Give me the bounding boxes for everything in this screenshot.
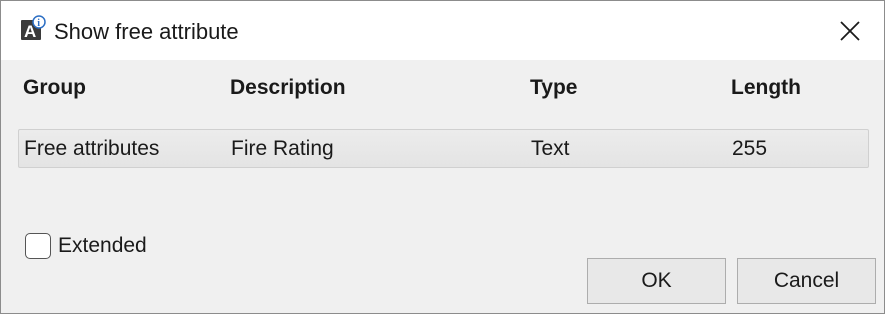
cell-length: 255: [732, 137, 768, 160]
cell-type: Text: [531, 137, 570, 160]
table-row[interactable]: Free attributes Fire Rating Text 255: [18, 129, 869, 168]
dialog-title: Show free attribute: [54, 19, 239, 44]
extended-checkbox[interactable]: [25, 233, 51, 259]
show-free-attribute-dialog: A i Show free attribute Group Descriptio…: [0, 0, 885, 314]
cell-description: Fire Rating: [231, 137, 334, 160]
ok-button[interactable]: OK: [587, 258, 726, 304]
column-header-description[interactable]: Description: [230, 74, 346, 102]
close-button[interactable]: [826, 9, 874, 53]
extended-label[interactable]: Extended: [58, 232, 147, 260]
cell-group: Free attributes: [24, 137, 160, 160]
column-header-group[interactable]: Group: [23, 74, 86, 102]
svg-text:i: i: [37, 18, 40, 29]
close-icon: [840, 21, 860, 41]
attribute-info-icon: A i: [21, 15, 46, 41]
title-bar: A i Show free attribute: [1, 1, 884, 60]
cancel-button[interactable]: Cancel: [737, 258, 876, 304]
table-header: Group Description Type Length: [1, 60, 884, 116]
column-header-type[interactable]: Type: [530, 74, 577, 102]
column-header-length[interactable]: Length: [731, 74, 801, 102]
